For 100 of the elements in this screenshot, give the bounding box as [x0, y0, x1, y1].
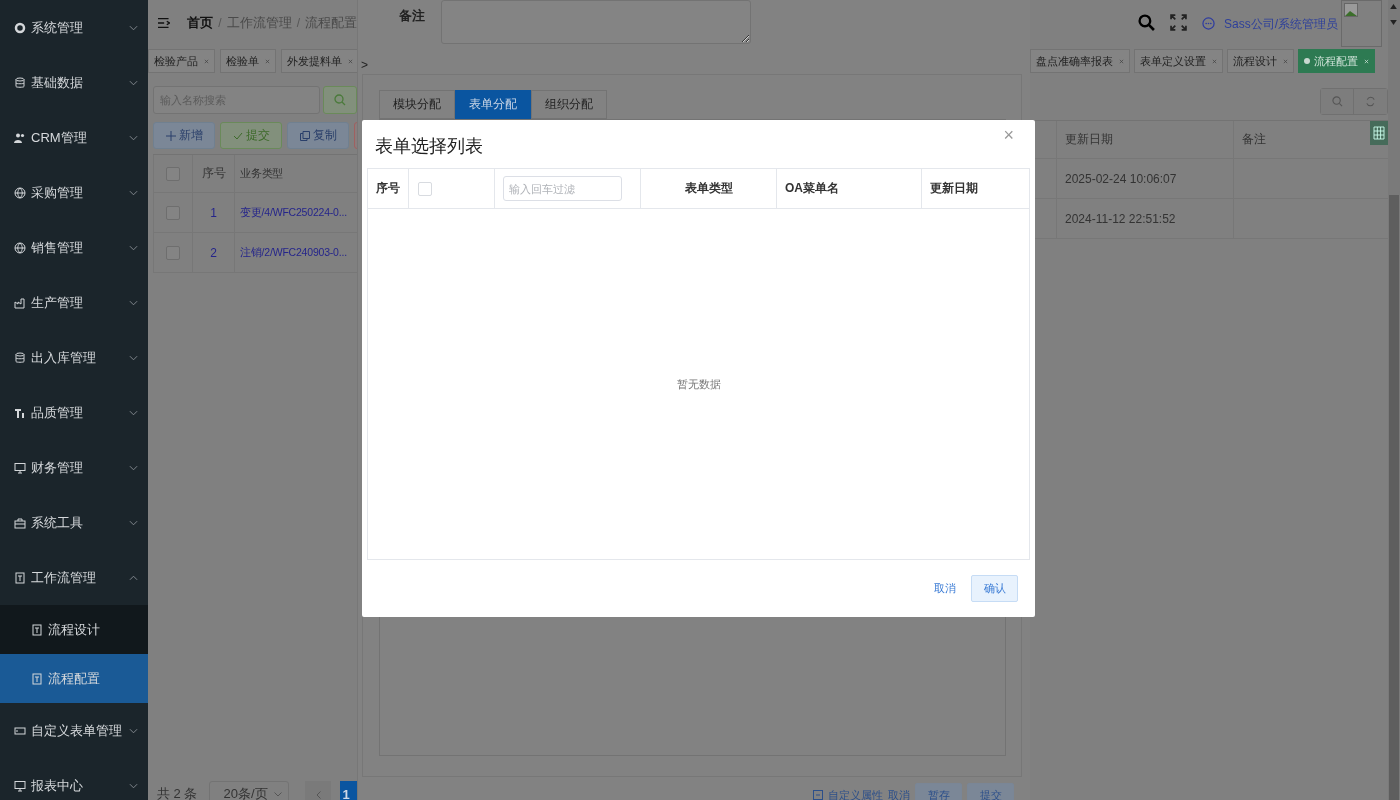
- sidebar-item[interactable]: CRM管理: [0, 110, 148, 165]
- sidebar-label: 采购管理: [31, 183, 84, 202]
- globe-icon: [14, 241, 26, 254]
- sidebar-subitem[interactable]: 流程设计: [0, 605, 148, 654]
- search-icon: [1331, 96, 1343, 107]
- chevron-icon: [129, 782, 138, 789]
- chevron-icon: [129, 134, 138, 141]
- sidebar-label: 基础数据: [31, 73, 84, 92]
- sidebar-item[interactable]: 基础数据: [0, 55, 148, 110]
- page-tab[interactable]: 外发提料单: [281, 49, 357, 73]
- close-icon[interactable]: [265, 58, 270, 64]
- expand-arrow[interactable]: >: [361, 59, 371, 71]
- confirm-button[interactable]: 确认: [971, 575, 1018, 602]
- chevron-icon: [129, 299, 138, 306]
- close-icon[interactable]: [1119, 58, 1124, 64]
- field-label: 备注: [399, 7, 425, 25]
- sidebar-item[interactable]: 工作流管理: [0, 550, 148, 605]
- scrollbar[interactable]: [1388, 0, 1400, 800]
- toolbox-icon: [14, 516, 26, 529]
- sidebar-label: 财务管理: [31, 458, 84, 477]
- close-icon[interactable]: [348, 58, 353, 64]
- form-icon: [813, 790, 823, 800]
- breadcrumb-item[interactable]: 首页: [187, 13, 214, 32]
- sidebar-item[interactable]: 系统工具: [0, 495, 148, 550]
- tab[interactable]: 组织分配: [531, 90, 607, 119]
- page-tab[interactable]: 盘点准确率报表: [1030, 49, 1130, 73]
- caret-icon[interactable]: [1390, 4, 1397, 9]
- chevron-icon: [129, 519, 138, 526]
- sidebar-item[interactable]: 系统管理: [0, 0, 148, 55]
- avatar-image[interactable]: [1341, 0, 1382, 47]
- chevron-icon: [129, 727, 138, 734]
- close-icon[interactable]: [1283, 58, 1288, 64]
- sidebar-item[interactable]: 自定义表单管理: [0, 703, 148, 758]
- monitor-icon: [14, 779, 26, 792]
- database-icon: [14, 351, 26, 364]
- filter-field[interactable]: 输入回车过滤: [503, 176, 622, 201]
- column-header: 表单类型: [641, 169, 777, 208]
- total-count: 共 2 条: [157, 785, 198, 800]
- sidebar-item[interactable]: 销售管理: [0, 220, 148, 275]
- sidebar-item[interactable]: 报表中心: [0, 758, 148, 800]
- page-tab[interactable]: 检验单: [220, 49, 276, 73]
- chevron-left-icon: [315, 790, 321, 799]
- add-button[interactable]: 新增: [153, 122, 215, 149]
- page-size-select[interactable]: 20条/页: [209, 781, 290, 800]
- grid-icon[interactable]: [1370, 120, 1388, 145]
- chevron-icon: [129, 409, 138, 416]
- search-button[interactable]: [323, 86, 357, 114]
- search-button[interactable]: [1321, 89, 1354, 114]
- sidebar-label: 工作流管理: [31, 568, 97, 587]
- search-icon[interactable]: [1138, 14, 1155, 31]
- page-tab[interactable]: 流程设计: [1227, 49, 1294, 73]
- chat-icon[interactable]: [1202, 17, 1215, 30]
- form-icon: [14, 724, 26, 737]
- monitor-icon: [14, 461, 26, 474]
- page-button[interactable]: 1: [340, 781, 357, 800]
- sidebar-label: 报表中心: [31, 776, 84, 795]
- column-header: 更新日期: [1056, 121, 1233, 158]
- close-icon[interactable]: [204, 58, 209, 64]
- sidebar-item[interactable]: 生产管理: [0, 275, 148, 330]
- sidebar-label: CRM管理: [31, 128, 88, 147]
- chevron-icon: [129, 189, 138, 196]
- sidebar-item[interactable]: 财务管理: [0, 440, 148, 495]
- save-button[interactable]: 暂存: [915, 782, 962, 800]
- chevron-icon: [129, 464, 138, 471]
- chevron-icon: [129, 354, 138, 361]
- breadcrumb-separator: /: [218, 15, 222, 30]
- page-tab[interactable]: 检验产品: [148, 49, 215, 73]
- chevron-icon: [129, 574, 138, 581]
- page-tab[interactable]: 表单定义设置: [1134, 49, 1223, 73]
- sidebar-label: 系统管理: [31, 18, 84, 37]
- cancel-button[interactable]: 取消: [928, 580, 962, 597]
- remark-field[interactable]: [441, 0, 751, 44]
- close-button[interactable]: ×: [997, 123, 1020, 147]
- copy-button[interactable]: 复制: [287, 122, 349, 149]
- document-icon: [31, 623, 43, 636]
- caret-icon[interactable]: [1390, 20, 1397, 25]
- submit-button[interactable]: 提交: [967, 782, 1014, 800]
- table-cell: 2025-02-24 10:06:07: [1056, 159, 1233, 198]
- fullscreen-icon[interactable]: [1170, 14, 1187, 31]
- search-icon: [334, 94, 346, 106]
- sidebar-label: 生产管理: [31, 293, 84, 312]
- sidebar-label: 销售管理: [31, 238, 84, 257]
- chevron-down-icon: [274, 791, 283, 797]
- sidebar-item[interactable]: 品质管理: [0, 385, 148, 440]
- column-header: 序号: [368, 169, 409, 208]
- sidebar-label: 出入库管理: [31, 348, 97, 367]
- close-icon[interactable]: [1212, 58, 1217, 64]
- refresh-icon: [1365, 96, 1376, 107]
- user-name[interactable]: Sass公司/系统管理员: [1224, 16, 1338, 33]
- sidebar-subitem[interactable]: 流程配置: [0, 654, 148, 703]
- factory-icon: [14, 296, 26, 309]
- database-icon: [14, 76, 26, 89]
- tab[interactable]: 模块分配: [379, 90, 455, 119]
- page-tab[interactable]: 流程配置: [1298, 49, 1375, 73]
- menu-icon[interactable]: [158, 16, 171, 29]
- tab[interactable]: 表单分配: [455, 90, 531, 119]
- sidebar-item[interactable]: 出入库管理: [0, 330, 148, 385]
- plus-icon: [165, 130, 176, 141]
- sidebar-item[interactable]: 采购管理: [0, 165, 148, 220]
- column-header: 序号: [192, 155, 234, 192]
